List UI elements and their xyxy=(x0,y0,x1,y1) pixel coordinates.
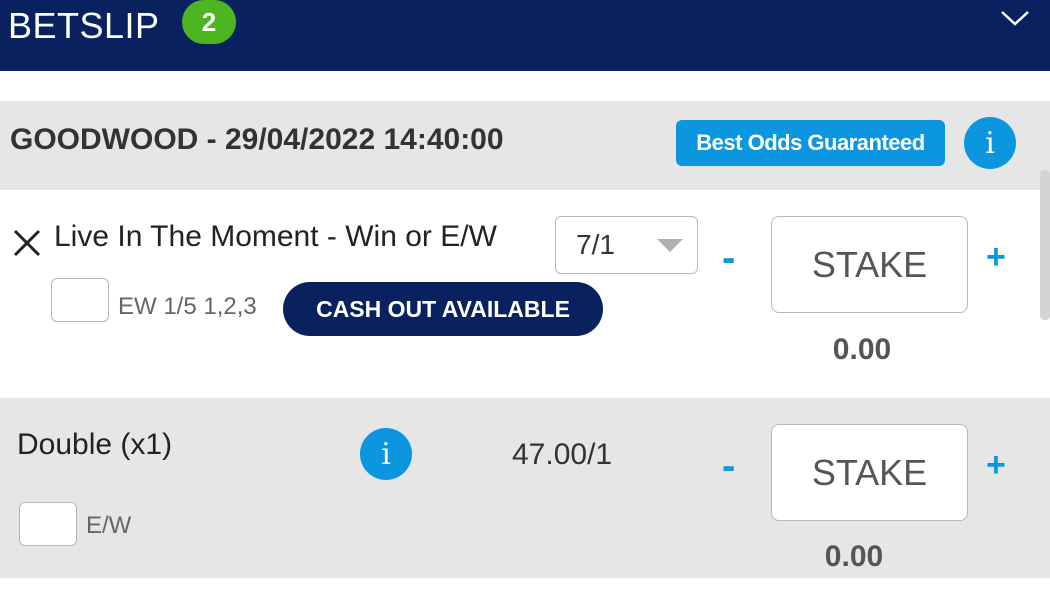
chevron-down-icon[interactable] xyxy=(1000,8,1030,28)
double-stake-input[interactable]: STAKE xyxy=(771,424,968,521)
double-each-way-checkbox[interactable] xyxy=(19,502,77,546)
cash-out-available-badge: CASH OUT AVAILABLE xyxy=(283,282,603,336)
double-each-way-label: E/W xyxy=(86,512,132,539)
double-stake-amount: 0.00 xyxy=(824,540,884,573)
spacer xyxy=(0,71,1050,101)
double-odds: 47.00/1 xyxy=(512,438,613,471)
increase-stake-button[interactable]: + xyxy=(986,238,1006,277)
each-way-terms: EW 1/5 1,2,3 xyxy=(118,293,257,320)
double-info-icon[interactable]: i xyxy=(360,428,412,480)
double-decrease-stake-button[interactable]: - xyxy=(722,444,735,489)
double-label: Double (x1) xyxy=(17,428,173,461)
bet-count-badge: 2 xyxy=(182,0,236,44)
scrollbar[interactable] xyxy=(1040,170,1050,320)
dropdown-caret-icon xyxy=(657,239,683,252)
odds-value: 7/1 xyxy=(576,229,615,260)
best-odds-guaranteed-badge[interactable]: Best Odds Guaranteed xyxy=(676,120,945,166)
betslip-title: BETSLIP xyxy=(8,5,160,46)
each-way-checkbox[interactable] xyxy=(51,278,109,322)
stake-input[interactable]: STAKE xyxy=(771,216,968,313)
decrease-stake-button[interactable]: - xyxy=(722,236,735,281)
selection-label: Live In The Moment - Win or E/W xyxy=(54,220,497,253)
info-icon[interactable]: i xyxy=(964,117,1016,169)
double-increase-stake-button[interactable]: + xyxy=(986,446,1006,485)
close-icon[interactable] xyxy=(12,228,42,258)
betslip-header[interactable]: BETSLIP 2 xyxy=(0,0,1050,71)
stake-amount: 0.00 xyxy=(832,333,892,366)
event-title: GOODWOOD - 29/04/2022 14:40:00 xyxy=(10,123,504,156)
odds-dropdown[interactable]: 7/1 xyxy=(555,216,698,274)
